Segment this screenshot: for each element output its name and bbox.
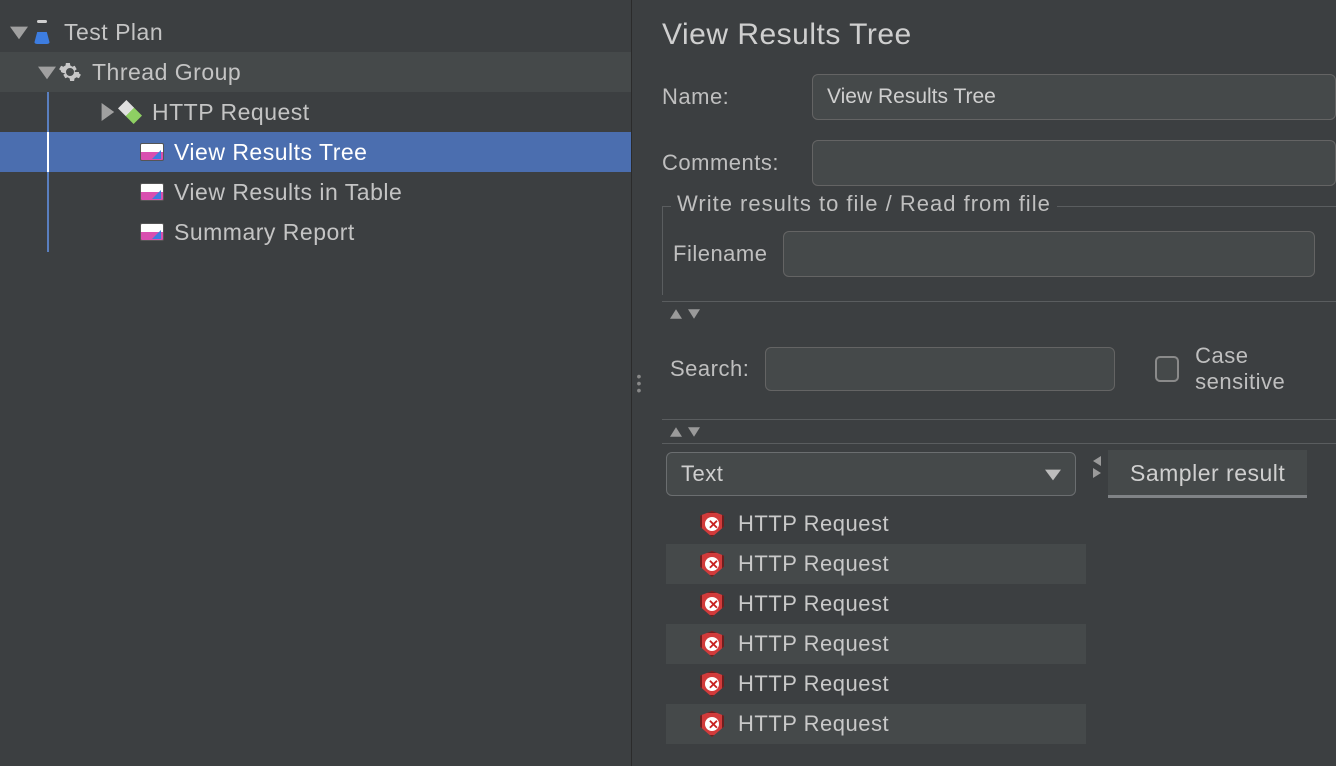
expand-toggle-icon[interactable] xyxy=(10,23,28,41)
tree-node-test-plan[interactable]: Test Plan xyxy=(0,12,631,52)
tree-label: Thread Group xyxy=(92,59,241,86)
detail-pane: Sampler result xyxy=(1108,444,1336,744)
results-pane: Text ✕ HTTP Request ✕ HTTP Request ✕ HTTP Req… xyxy=(662,444,1086,744)
filename-input[interactable] xyxy=(783,231,1315,277)
name-input[interactable] xyxy=(812,74,1336,120)
tree-label: Summary Report xyxy=(174,219,355,246)
error-shield-icon: ✕ xyxy=(700,591,724,617)
result-list: ✕HTTP Request✕HTTP Request✕HTTP Request✕… xyxy=(666,504,1086,744)
result-item[interactable]: ✕ HTTP Request xyxy=(666,664,1086,704)
test-plan-tree: Test Plan Thread Group HTTP Request View… xyxy=(0,0,632,766)
search-label: Search: xyxy=(670,356,749,382)
vertical-splitter[interactable]: ••• xyxy=(632,0,646,766)
result-item[interactable]: ✕ HTTP Request xyxy=(666,584,1086,624)
result-label: HTTP Request xyxy=(738,711,889,737)
fieldset-legend: Write results to file / Read from file xyxy=(671,191,1057,217)
tab-sampler-result[interactable]: Sampler result xyxy=(1108,450,1307,498)
result-label: HTTP Request xyxy=(738,551,889,577)
comments-input[interactable] xyxy=(812,140,1336,186)
file-output-fieldset: Write results to file / Read from file F… xyxy=(662,206,1336,295)
error-shield-icon: ✕ xyxy=(700,711,724,737)
error-shield-icon: ✕ xyxy=(700,671,724,697)
report-icon xyxy=(138,143,166,161)
result-item[interactable]: ✕ HTTP Request xyxy=(666,704,1086,744)
tree-node-http-request[interactable]: HTTP Request xyxy=(0,92,631,132)
expand-toggle-icon[interactable] xyxy=(98,103,116,121)
section-collapse-bar[interactable] xyxy=(662,301,1336,325)
tree-label: View Results in Table xyxy=(174,179,402,206)
report-icon xyxy=(138,183,166,201)
search-input[interactable] xyxy=(765,347,1114,391)
section-collapse-bar[interactable] xyxy=(662,419,1336,443)
tree-node-thread-group[interactable]: Thread Group xyxy=(0,52,631,92)
chevron-down-icon xyxy=(1045,461,1061,487)
gear-icon xyxy=(56,60,84,84)
result-label: HTTP Request xyxy=(738,511,889,537)
sampler-icon xyxy=(116,100,144,124)
inner-splitter[interactable] xyxy=(1086,444,1108,744)
result-label: HTTP Request xyxy=(738,671,889,697)
renderer-selected: Text xyxy=(681,461,723,487)
result-label: HTTP Request xyxy=(738,631,889,657)
case-sensitive-label: Case sensitive xyxy=(1195,343,1336,395)
grip-icon: ••• xyxy=(637,373,642,394)
expand-toggle-icon[interactable] xyxy=(38,63,56,81)
result-item[interactable]: ✕ HTTP Request xyxy=(666,624,1086,664)
report-icon xyxy=(138,223,166,241)
name-label: Name: xyxy=(662,84,812,110)
tree-node-summary-report[interactable]: Summary Report xyxy=(0,212,631,252)
case-sensitive-checkbox[interactable] xyxy=(1155,356,1180,382)
error-shield-icon: ✕ xyxy=(700,551,724,577)
comments-label: Comments: xyxy=(662,150,812,176)
editor-panel: View Results Tree Name: Comments: Write … xyxy=(646,0,1336,766)
tree-label: View Results Tree xyxy=(174,139,367,166)
tree-label: Test Plan xyxy=(64,19,163,46)
renderer-dropdown[interactable]: Text xyxy=(666,452,1076,496)
result-item[interactable]: ✕ HTTP Request xyxy=(666,504,1086,544)
error-shield-icon: ✕ xyxy=(700,631,724,657)
tree-label: HTTP Request xyxy=(152,99,310,126)
beaker-icon xyxy=(28,20,56,44)
error-shield-icon: ✕ xyxy=(700,511,724,537)
tree-node-view-results-table[interactable]: View Results in Table xyxy=(0,172,631,212)
result-item[interactable]: ✕ HTTP Request xyxy=(666,544,1086,584)
tree-node-view-results-tree[interactable]: View Results Tree xyxy=(0,132,631,172)
panel-title: View Results Tree xyxy=(662,18,1336,52)
filename-label: Filename xyxy=(673,241,767,267)
result-label: HTTP Request xyxy=(738,591,889,617)
